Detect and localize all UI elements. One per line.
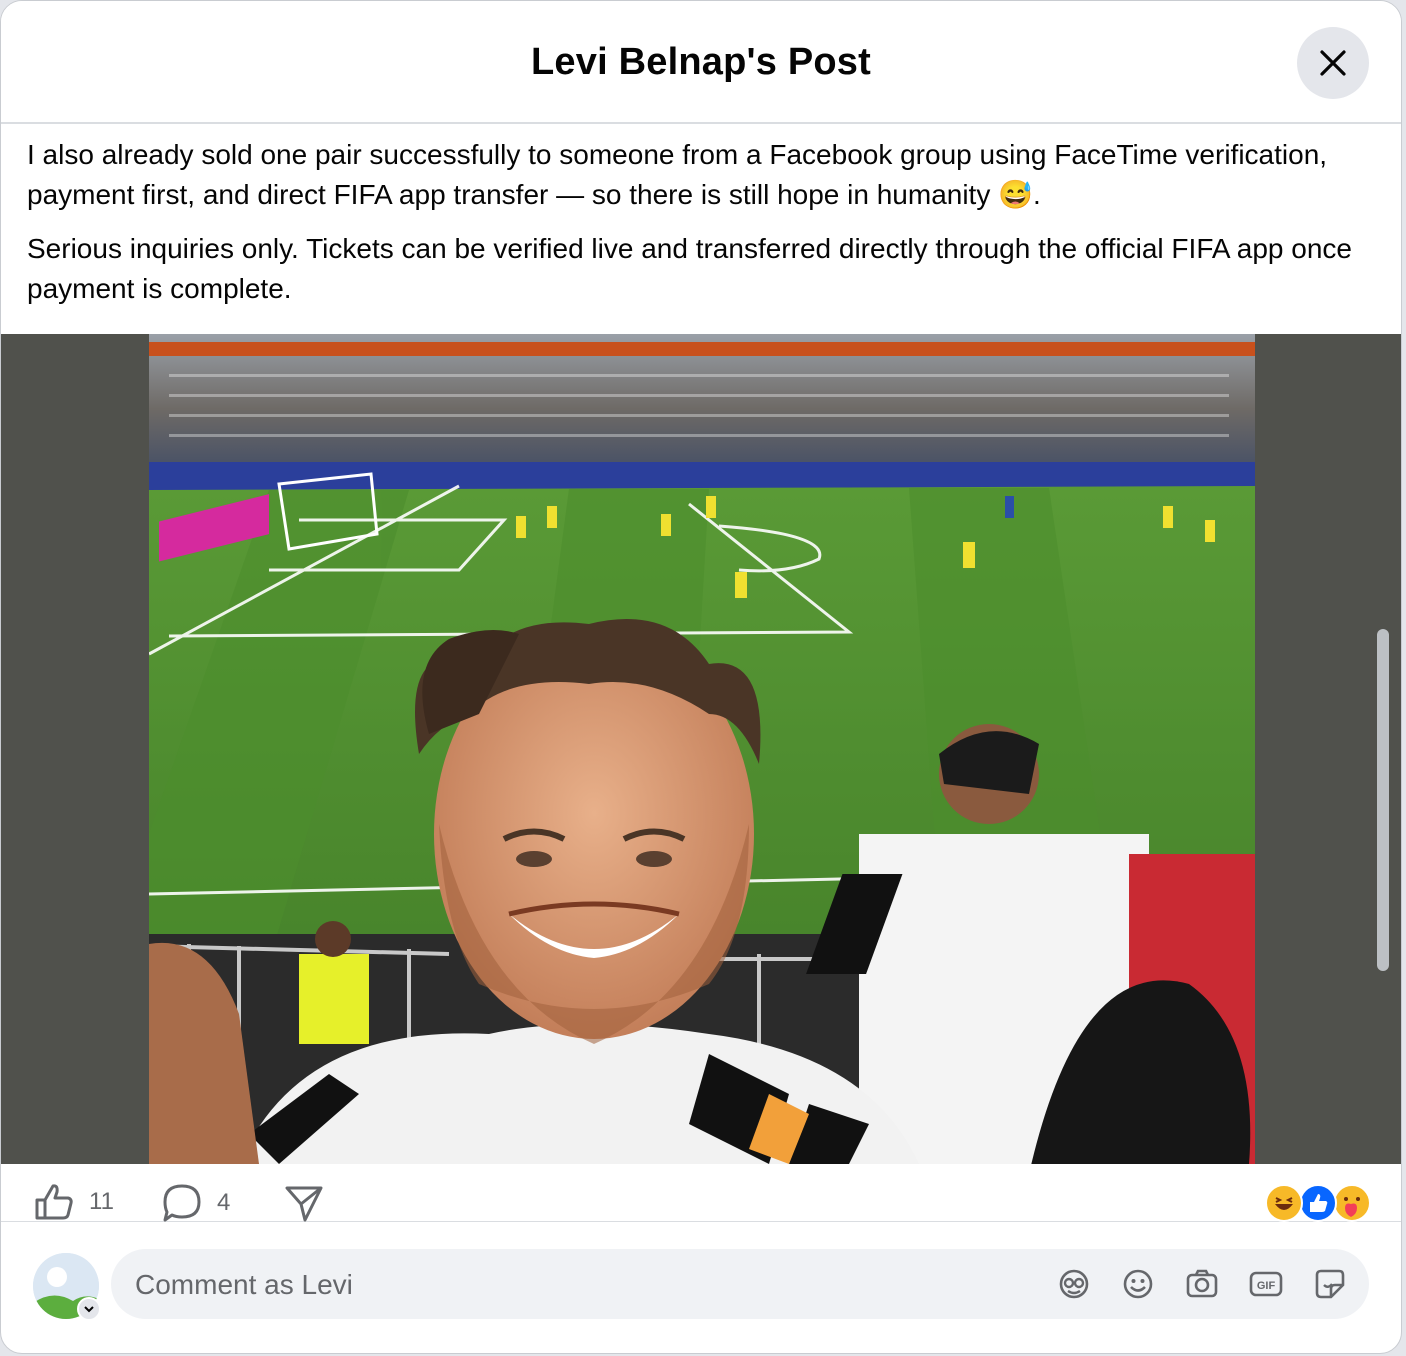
like-action[interactable]: 11 — [33, 1182, 114, 1222]
gif-icon[interactable]: GIF — [1249, 1267, 1283, 1301]
camera-icon[interactable] — [1185, 1267, 1219, 1301]
comment-count: 4 — [217, 1189, 231, 1216]
svg-text:GIF: GIF — [1257, 1280, 1276, 1292]
like-icon — [35, 1184, 73, 1220]
post-body: I also already sold one pair successfull… — [27, 135, 1377, 323]
post-paragraph: I also already sold one pair successfull… — [27, 139, 1328, 210]
dialog-header: Levi Belnap's Post — [1, 1, 1401, 124]
care-reaction-icon — [1333, 1184, 1371, 1222]
chevron-down-icon[interactable] — [77, 1297, 101, 1321]
post-photo[interactable] — [149, 334, 1255, 1164]
post-dialog: Levi Belnap's Post I also already sold o… — [0, 0, 1402, 1354]
comment-composer: Comment as Levi GIF — [1, 1223, 1401, 1353]
comment-action[interactable]: 4 — [161, 1182, 230, 1224]
comment-input[interactable]: Comment as Levi GIF — [111, 1249, 1369, 1319]
emoji-icon[interactable] — [1121, 1267, 1155, 1301]
avatar-sticker-icon[interactable] — [1057, 1267, 1091, 1301]
post-actions: 11 4 — [1, 1164, 1401, 1222]
share-action[interactable] — [283, 1182, 325, 1224]
share-icon — [285, 1186, 323, 1222]
close-button[interactable] — [1297, 27, 1369, 99]
stadium-selfie-photo — [149, 334, 1255, 1164]
comment-icon — [163, 1184, 201, 1222]
like-reaction-icon — [1299, 1184, 1337, 1222]
post-paragraph: Serious inquiries only. Tickets can be v… — [27, 233, 1352, 304]
scrollbar[interactable] — [1377, 629, 1389, 971]
comment-placeholder: Comment as Levi — [135, 1269, 353, 1300]
close-icon — [1320, 50, 1346, 76]
reactions-summary[interactable] — [1265, 1184, 1375, 1224]
haha-reaction-icon — [1265, 1184, 1303, 1222]
photo-viewer — [1, 334, 1401, 1164]
dialog-title: Levi Belnap's Post — [531, 41, 871, 83]
like-count: 11 — [89, 1188, 114, 1215]
sticker-icon[interactable] — [1313, 1267, 1347, 1301]
